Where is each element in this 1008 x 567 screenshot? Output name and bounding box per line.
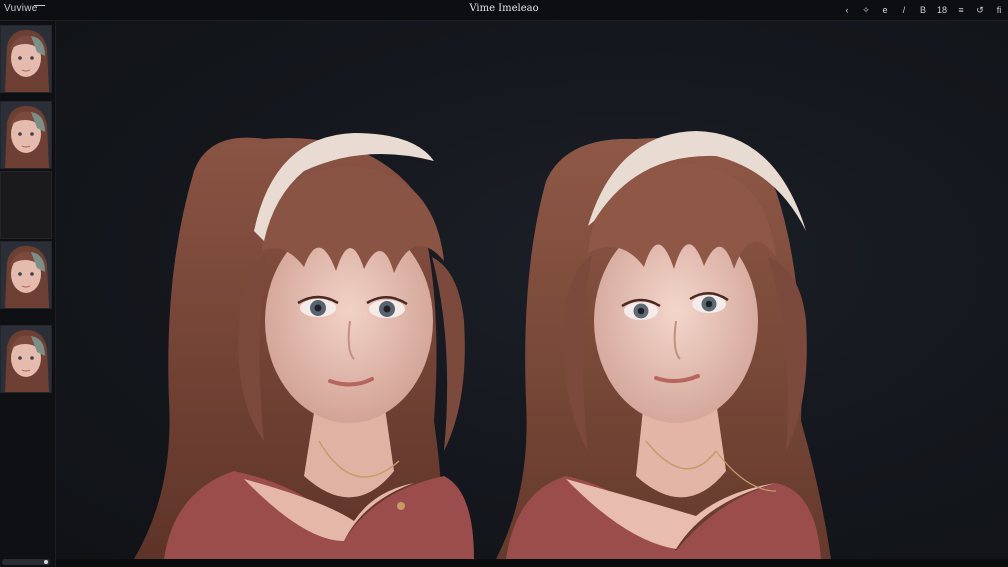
menu-icon[interactable]: ≡ xyxy=(952,1,970,19)
pen-icon[interactable]: / xyxy=(895,1,913,19)
scrollbar-knob[interactable] xyxy=(44,560,48,564)
sparkle-icon[interactable]: ✧ xyxy=(857,1,875,19)
portrait-thumbnail-icon xyxy=(1,326,51,392)
image-canvas xyxy=(56,21,1008,559)
toolbar: ‹ ✧ e / B 18 ≡ ↺ fi xyxy=(837,0,1008,20)
filmstrip xyxy=(0,21,56,567)
thumbnail-3[interactable] xyxy=(0,171,52,239)
portrait-thumbnail-icon xyxy=(1,242,51,308)
left-portrait-image[interactable] xyxy=(114,21,524,559)
box-icon[interactable]: B xyxy=(914,1,932,19)
info-icon[interactable]: fi xyxy=(990,1,1008,19)
filmstrip-scrollbar[interactable] xyxy=(2,559,50,565)
refresh-icon[interactable]: ↺ xyxy=(971,1,989,19)
portrait-thumbnail-icon xyxy=(1,102,51,168)
grid-icon[interactable]: 18 xyxy=(933,1,951,19)
thumbnail-5[interactable] xyxy=(0,325,52,393)
title-bar: Vuviwe Vime Imeleao ‹ ✧ e / B 18 ≡ ↺ fi xyxy=(0,0,1008,21)
circle-e-icon[interactable]: e xyxy=(876,1,894,19)
right-portrait-image[interactable] xyxy=(476,21,886,559)
thumbnail-4[interactable] xyxy=(0,241,52,309)
back-arrow-icon[interactable]: ‹ xyxy=(838,1,856,19)
thumbnail-2[interactable] xyxy=(0,101,52,169)
thumbnail-1[interactable] xyxy=(0,25,52,93)
portrait-thumbnail-icon xyxy=(1,26,51,92)
status-bar xyxy=(56,559,1008,567)
